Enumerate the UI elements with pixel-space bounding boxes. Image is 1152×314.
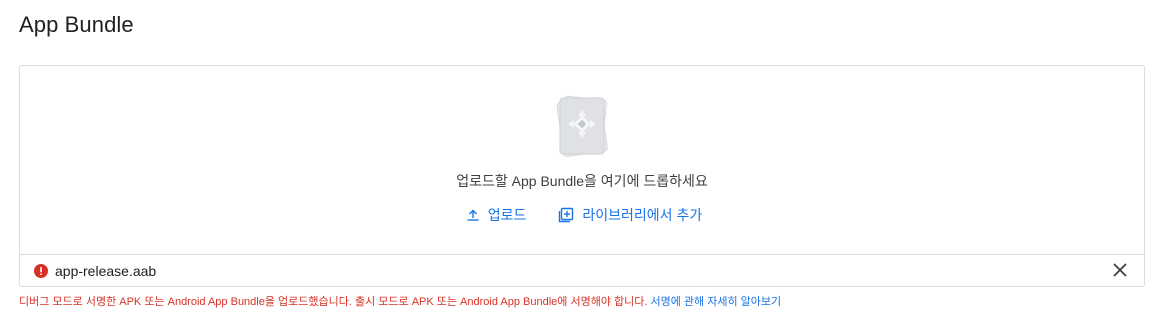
- remove-file-button[interactable]: [1110, 262, 1130, 282]
- file-name: app-release.aab: [55, 263, 157, 279]
- upload-icon: [466, 208, 480, 222]
- page-title: App Bundle: [19, 12, 134, 37]
- add-from-library-button[interactable]: 라이브러리에서 추가: [554, 203, 706, 227]
- upload-button-label: 업로드: [487, 207, 527, 223]
- add-to-library-icon: [558, 207, 574, 223]
- learn-more-signing-link[interactable]: 서명에 관해 자세히 알아보기: [651, 296, 782, 308]
- add-from-library-label: 라이브러리에서 추가: [582, 207, 703, 223]
- signing-error-message: 디버그 모드로 서명한 APK 또는 Android App Bundle을 업…: [19, 293, 781, 309]
- close-icon: [1113, 263, 1127, 282]
- error-icon: [34, 264, 48, 278]
- uploaded-file-row: app-release.aab: [20, 254, 1144, 288]
- upload-button[interactable]: 업로드: [462, 203, 531, 227]
- drop-instruction: 업로드할 App Bundle을 여기에 드롭하세요: [456, 173, 708, 189]
- error-message-text: 디버그 모드로 서명한 APK 또는 Android App Bundle을 업…: [19, 296, 648, 308]
- upload-actions: 업로드 라이브러리에서 추가: [20, 203, 1144, 227]
- upload-card: 업로드할 App Bundle을 여기에 드롭하세요 업로드 라이브러리에서 추…: [19, 65, 1145, 287]
- drop-zone[interactable]: 업로드할 App Bundle을 여기에 드롭하세요 업로드 라이브러리에서 추…: [20, 66, 1144, 254]
- app-bundle-illustration-icon: [550, 92, 614, 160]
